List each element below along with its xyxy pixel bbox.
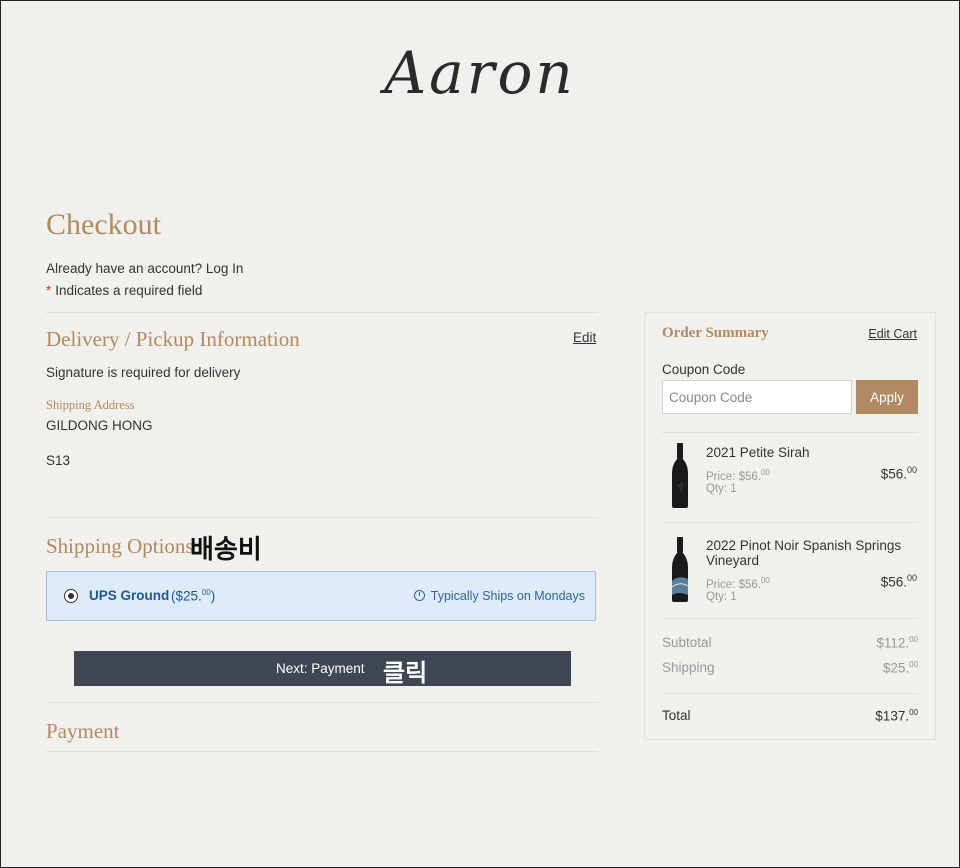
- account-prompt: Already have an account? Log In: [46, 261, 243, 276]
- address-line: S13: [46, 453, 71, 468]
- shipping-section-title: Shipping Options: [46, 534, 194, 558]
- required-star: *: [46, 283, 52, 298]
- cart-item-price-cents: 00: [760, 468, 770, 477]
- recipient-name: GILDONG HONG: [46, 418, 153, 433]
- shipping-cents: 00: [909, 660, 918, 669]
- brand-logo[interactable]: Aaron: [1, 39, 959, 107]
- cart-item-total-main: $56.: [880, 574, 907, 590]
- shipping-option-ups-ground[interactable]: UPS Ground ($25.00) Typically Ships on M…: [46, 571, 596, 621]
- divider: [662, 693, 918, 694]
- shipping-price-main: ($25.: [171, 588, 202, 604]
- total-cents: 00: [909, 708, 918, 717]
- shipping-option-price: ($25.00): [171, 588, 215, 604]
- payment-section-title: Payment: [46, 719, 120, 743]
- subtotal-main: $112.: [876, 635, 910, 651]
- divider: [46, 517, 598, 518]
- subtotal-amount: $112.00: [876, 635, 918, 651]
- clock-icon: [413, 590, 425, 601]
- divider: [662, 432, 918, 433]
- edit-cart-link[interactable]: Edit Cart: [868, 327, 917, 341]
- cart-item-qty: Qty: 1: [706, 591, 737, 603]
- radio-selected-icon[interactable]: [64, 589, 78, 603]
- wine-bottle-icon: [671, 537, 689, 602]
- divider: [662, 522, 918, 523]
- coupon-code-label: Coupon Code: [662, 362, 746, 377]
- total-main: $137.: [875, 708, 910, 724]
- cart-item-qty: Qty: 1: [706, 483, 737, 495]
- divider: [662, 618, 918, 619]
- cart-item-total-main: $56.: [880, 466, 907, 482]
- cart-item-name: 2021 Petite Sirah: [706, 445, 810, 460]
- shipping-fee-annotation: 배송비: [190, 535, 262, 565]
- click-annotation: 클릭: [383, 659, 428, 687]
- cart-item-total: $56.00: [881, 465, 917, 482]
- divider: [46, 702, 598, 703]
- page-title: Checkout: [46, 208, 161, 241]
- shipping-schedule-note: Typically Ships on Mondays: [413, 589, 585, 603]
- order-summary-title: Order Summary: [662, 325, 769, 341]
- shipping-price-cents: 00: [201, 588, 211, 597]
- login-link[interactable]: Log In: [206, 261, 244, 276]
- shipping-amount: $25.00: [883, 660, 918, 676]
- divider: [46, 751, 598, 752]
- subtotal-label: Subtotal: [662, 635, 712, 650]
- account-prompt-text: Already have an account?: [46, 261, 203, 276]
- shipping-price-close: ): [210, 588, 216, 604]
- next-payment-label: Next: Payment: [276, 661, 365, 676]
- divider: [46, 312, 598, 313]
- apply-coupon-button[interactable]: Apply: [856, 380, 918, 414]
- shipping-main: $25.: [882, 660, 910, 676]
- cart-item-total-cents: 00: [906, 465, 917, 475]
- wine-bottle-icon: [672, 443, 688, 508]
- cart-item-name: 2022 Pinot Noir Spanish Springs Vineyard: [706, 538, 902, 568]
- coupon-code-input[interactable]: [662, 380, 852, 414]
- shipping-schedule-text: Typically Ships on Mondays: [430, 589, 585, 603]
- shipping-label: Shipping: [662, 660, 715, 675]
- cart-item-price-cents: 00: [760, 576, 770, 585]
- required-note-text: Indicates a required field: [55, 283, 203, 298]
- next-payment-button[interactable]: Next: Payment: [74, 651, 571, 686]
- delivery-section-title: Delivery / Pickup Information: [46, 327, 300, 351]
- cart-item-total: $56.00: [881, 573, 917, 590]
- order-summary-panel: Order Summary Edit Cart Coupon Code Appl…: [644, 312, 936, 740]
- signature-note: Signature is required for delivery: [46, 365, 241, 380]
- cart-item-total-cents: 00: [906, 573, 917, 583]
- delivery-edit-link[interactable]: Edit: [573, 330, 596, 345]
- subtotal-cents: 00: [909, 635, 918, 644]
- shipping-option-name: UPS Ground: [89, 588, 170, 603]
- required-note: * Indicates a required field: [46, 283, 202, 298]
- total-amount: $137.00: [875, 708, 918, 724]
- total-label: Total: [662, 708, 691, 723]
- shipping-address-label: Shipping Address: [46, 398, 135, 412]
